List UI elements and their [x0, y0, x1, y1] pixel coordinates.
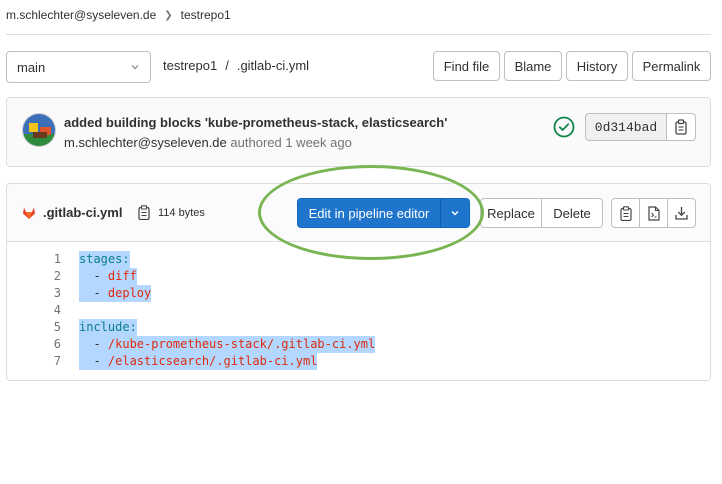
avatar[interactable] [22, 113, 56, 147]
line-content: include: [79, 319, 137, 336]
copy-sha-button[interactable] [666, 113, 696, 141]
commit-meta: m.schlechter@syseleven.de authored 1 wee… [64, 135, 352, 150]
copy-contents-button[interactable] [611, 198, 640, 228]
file-name: .gitlab-ci.yml [43, 205, 123, 220]
copy-icon [675, 119, 687, 135]
file-size: 114 bytes [158, 207, 205, 219]
commit-title[interactable]: added building blocks 'kube-prometheus-s… [64, 115, 447, 130]
file-viewer: .gitlab-ci.yml 114 bytes Edit in pipelin… [6, 183, 711, 381]
download-icon [675, 207, 688, 220]
code-line: 5 include: [7, 319, 710, 336]
replace-button[interactable]: Replace [480, 198, 542, 228]
edit-dropdown-toggle[interactable] [440, 198, 470, 228]
commit-sha[interactable]: 0d314bad [585, 113, 667, 141]
copy-file-path-icon[interactable] [138, 205, 150, 220]
file-header: .gitlab-ci.yml 114 bytes Edit in pipelin… [7, 184, 710, 242]
code-line: 3 - deploy [7, 285, 710, 302]
history-button[interactable]: History [566, 51, 628, 81]
breadcrumb: m.schlechter@syseleven.de ❯ testrepo1 [6, 8, 231, 22]
path-separator: / [225, 58, 229, 73]
breadcrumb-repo[interactable]: testrepo1 [181, 8, 231, 22]
code-line: 6 - /kube-prometheus-stack/.gitlab-ci.ym… [7, 336, 710, 353]
code-viewer[interactable]: 1 stages: 2 - diff 3 - deploy 4 5 includ… [7, 242, 710, 380]
line-number[interactable]: 5 [7, 319, 61, 336]
divider [6, 34, 711, 35]
edit-in-pipeline-editor-button[interactable]: Edit in pipeline editor [297, 198, 441, 228]
permalink-button[interactable]: Permalink [632, 51, 711, 81]
commit-authored-time: authored 1 week ago [230, 135, 352, 150]
branch-select-value: main [17, 59, 46, 75]
line-number[interactable]: 7 [7, 353, 61, 370]
code-line: 4 [7, 302, 710, 319]
open-raw-button[interactable] [639, 198, 668, 228]
file-path: testrepo1 / .gitlab-ci.yml [163, 58, 309, 73]
code-line: 2 - diff [7, 268, 710, 285]
gitlab-icon [23, 207, 35, 219]
line-number[interactable]: 2 [7, 268, 61, 285]
line-number[interactable]: 3 [7, 285, 61, 302]
line-number[interactable]: 6 [7, 336, 61, 353]
branch-select[interactable]: main [6, 51, 151, 83]
path-file: .gitlab-ci.yml [236, 58, 310, 73]
line-content: - deploy [79, 285, 152, 302]
copy-contents-icon [619, 205, 632, 221]
chevron-down-icon [451, 210, 459, 216]
code-line: 7 - /elasticsearch/.gitlab-ci.yml [7, 353, 710, 370]
avatar-image [23, 114, 55, 146]
line-content: - /kube-prometheus-stack/.gitlab-ci.yml [79, 336, 376, 353]
status-success-icon[interactable] [553, 116, 575, 138]
line-content: - /elasticsearch/.gitlab-ci.yml [79, 353, 318, 370]
chevron-right-icon: ❯ [164, 9, 173, 21]
chevron-down-icon [131, 65, 139, 70]
code-line: 1 stages: [7, 251, 710, 268]
commit-author[interactable]: m.schlechter@syseleven.de [64, 135, 227, 150]
raw-file-icon [647, 205, 660, 221]
line-content: stages: [79, 251, 130, 268]
breadcrumb-user[interactable]: m.schlechter@syseleven.de [6, 8, 156, 22]
blame-button[interactable]: Blame [504, 51, 562, 81]
last-commit: added building blocks 'kube-prometheus-s… [6, 97, 711, 167]
line-number[interactable]: 4 [7, 302, 61, 319]
find-file-button[interactable]: Find file [433, 51, 500, 81]
line-content: - diff [79, 268, 137, 285]
path-repo-link[interactable]: testrepo1 [163, 58, 217, 73]
delete-button[interactable]: Delete [541, 198, 603, 228]
line-number[interactable]: 1 [7, 251, 61, 268]
download-button[interactable] [667, 198, 696, 228]
